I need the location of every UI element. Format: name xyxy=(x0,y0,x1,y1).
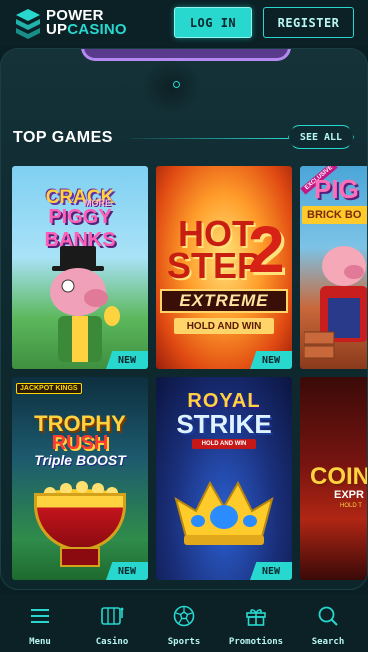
nav-item-search[interactable]: Search xyxy=(292,594,364,652)
carousel-dot[interactable] xyxy=(173,81,180,88)
menu-icon xyxy=(31,609,49,623)
game-tile-coin-express[interactable]: COIN EXPR HOLD T xyxy=(300,377,368,580)
see-all-button[interactable]: SEE ALL xyxy=(288,125,354,149)
trophy-cup-art xyxy=(34,493,126,551)
section-divider xyxy=(131,138,289,139)
bottom-navigation: Menu Casino Sports Promotions Search xyxy=(0,594,368,652)
register-button[interactable]: REGISTER xyxy=(263,7,354,38)
logo-mark-icon xyxy=(16,9,40,39)
slot-machine-icon xyxy=(101,607,124,625)
game-title-number: 2 xyxy=(248,212,285,286)
new-badge: NEW xyxy=(250,351,292,369)
logo-text-up: UP xyxy=(46,21,68,38)
nav-label: Search xyxy=(311,637,345,647)
game-title: PIG xyxy=(314,174,359,204)
game-title: COIN xyxy=(310,463,368,490)
jackpot-kings-label: JACKPOT KINGS xyxy=(16,383,82,394)
game-tile-trophy-rush[interactable]: JACKPOT KINGS TROPHY RUSH Triple BOOST N… xyxy=(12,377,148,580)
section-title-top-games: TOP GAMES xyxy=(13,129,113,146)
game-tile-royal-strike[interactable]: ROYAL STRIKE HOLD AND WIN NEW xyxy=(156,377,292,580)
powerup-casino-logo[interactable]: POWER UPCASINO xyxy=(14,7,138,39)
new-badge: NEW xyxy=(106,351,148,369)
pig-character-art xyxy=(50,246,120,362)
nav-label: Sports xyxy=(167,637,201,647)
nav-item-casino[interactable]: Casino xyxy=(76,594,148,652)
nav-item-menu[interactable]: Menu xyxy=(4,594,76,652)
main-panel: TOP GAMES SEE ALL CRACK MORE PIGGY BANKS… xyxy=(0,48,368,590)
banner-shadow xyxy=(141,59,201,114)
game-tagline: HOLD AND WIN xyxy=(174,318,274,334)
game-subtitle: EXTREME xyxy=(160,289,288,313)
crown-art xyxy=(174,480,274,545)
game-title-line2: BRICK BO xyxy=(302,206,367,224)
game-title-line3: Triple BOOST xyxy=(34,452,126,468)
logo-text-casino: CASINO xyxy=(67,21,127,38)
game-tagline: HOLD AND WIN xyxy=(192,439,256,449)
nav-label: Promotions xyxy=(228,637,284,647)
game-tile-piggy-brick[interactable]: EXCLUSIVE PIG BRICK BO xyxy=(300,166,367,369)
gift-icon xyxy=(246,609,266,626)
trophy-base-art xyxy=(60,547,100,567)
game-title-line2: STRIKE xyxy=(176,409,272,439)
game-tagline: HOLD T xyxy=(340,503,362,509)
nav-item-promotions[interactable]: Promotions xyxy=(220,594,292,652)
new-badge: NEW xyxy=(106,562,148,580)
game-title: CRACK xyxy=(45,187,115,208)
game-tile-crack-more-piggy-banks[interactable]: CRACK MORE PIGGY BANKS NEW xyxy=(12,166,148,369)
football-icon xyxy=(173,605,195,627)
pig-builder-art xyxy=(304,246,367,359)
game-title: ROYAL xyxy=(187,390,261,412)
nav-label: Casino xyxy=(95,637,129,647)
nav-item-sports[interactable]: Sports xyxy=(148,594,220,652)
nav-label: Menu xyxy=(29,637,51,647)
game-tile-hot-step-2-extreme[interactable]: HOT STEP 2 EXTREME HOLD AND WIN NEW xyxy=(156,166,292,369)
top-header: POWER UPCASINO LOG IN REGISTER xyxy=(0,0,368,46)
new-badge: NEW xyxy=(250,562,292,580)
search-icon xyxy=(318,606,338,626)
game-title-line2: RUSH xyxy=(51,432,109,454)
login-button[interactable]: LOG IN xyxy=(174,7,252,38)
game-title-line2: EXPR xyxy=(334,489,364,501)
